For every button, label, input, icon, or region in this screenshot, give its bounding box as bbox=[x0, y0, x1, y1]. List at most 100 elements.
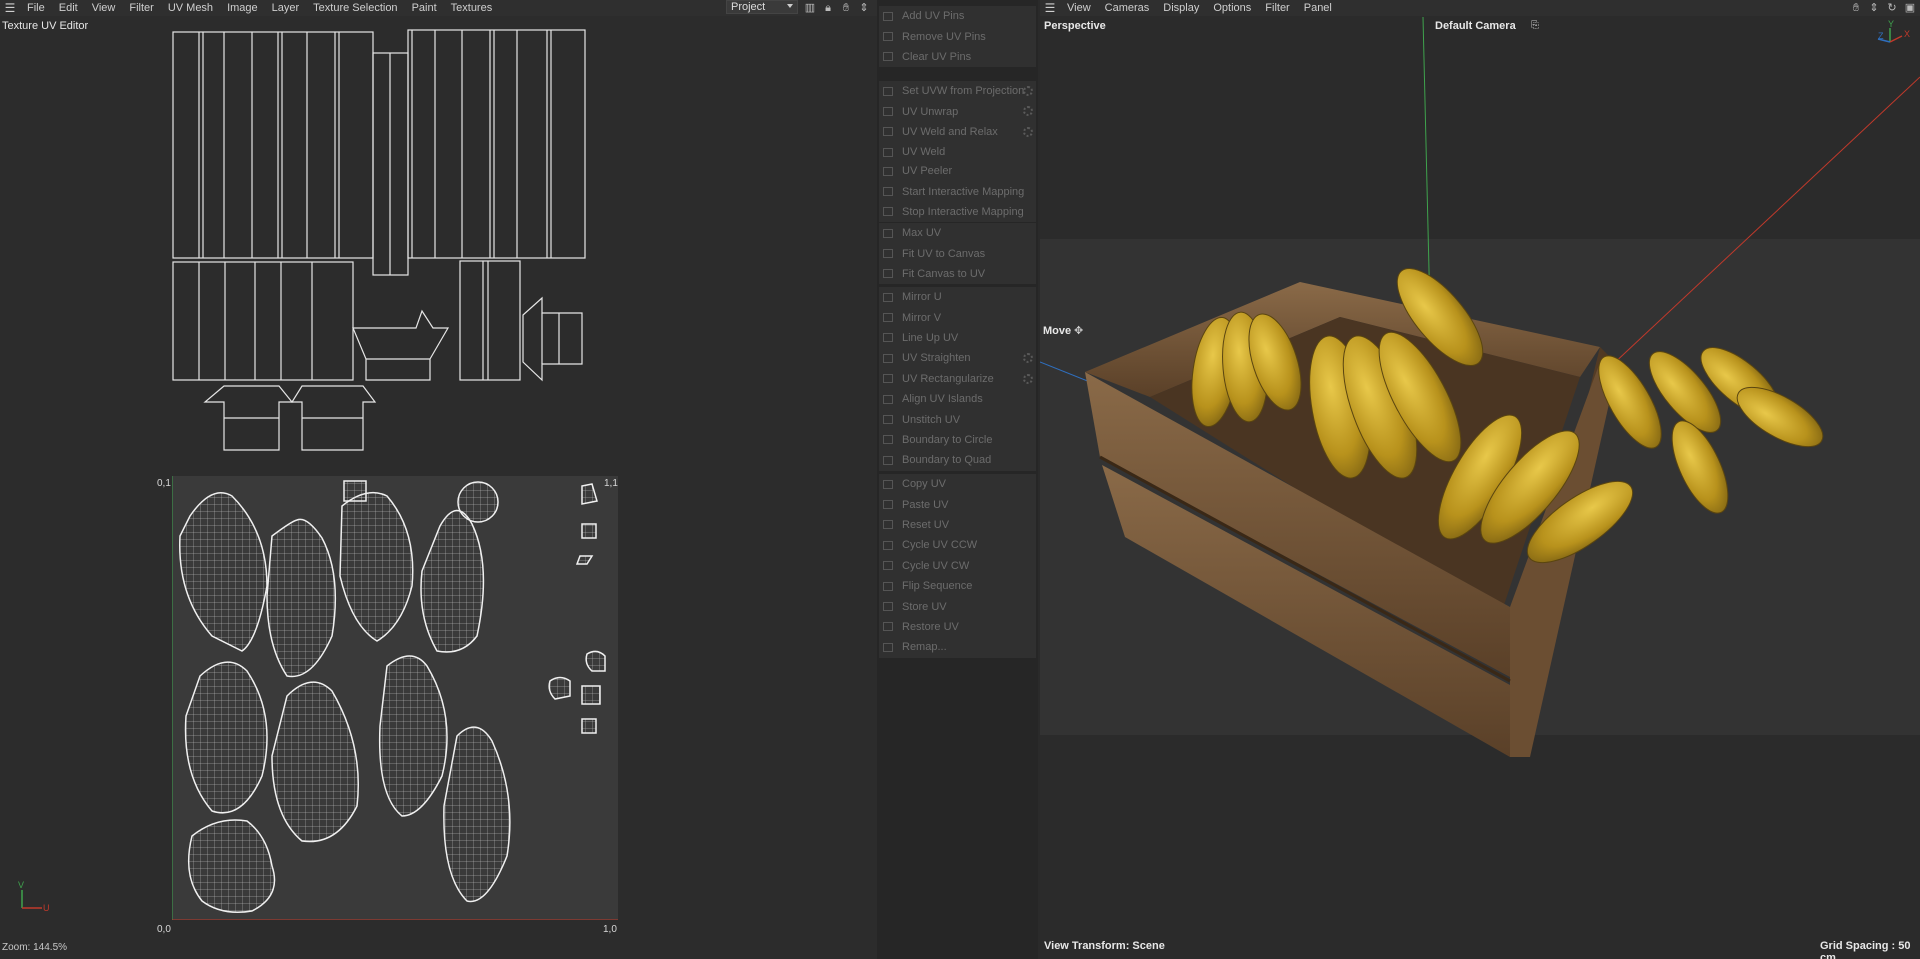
gear-icon[interactable] bbox=[1023, 86, 1033, 96]
command-mirror-v[interactable]: Mirror V bbox=[879, 307, 1036, 327]
command-cycle-uv-ccw[interactable]: Cycle UV CCW bbox=[879, 535, 1036, 555]
menu-textures[interactable]: Textures bbox=[444, 0, 500, 16]
hamburger-menu-icon[interactable]: ☰ bbox=[1040, 1, 1060, 15]
command-max-uv[interactable]: Max UV bbox=[879, 223, 1036, 243]
command-fit-uv-to-canvas[interactable]: Fit UV to Canvas bbox=[879, 243, 1036, 263]
command-uv-weld[interactable]: UV Weld bbox=[879, 142, 1036, 162]
command-uv-rectangularize[interactable]: UV Rectangularize bbox=[879, 369, 1036, 389]
menu-uv-mesh[interactable]: UV Mesh bbox=[161, 0, 220, 16]
menu-texture-selection[interactable]: Texture Selection bbox=[306, 0, 404, 16]
command-icon bbox=[883, 479, 893, 489]
uv-island bbox=[581, 718, 597, 734]
menu-edit[interactable]: Edit bbox=[52, 0, 85, 16]
view-transform-status: View Transform: Scene bbox=[1044, 940, 1165, 952]
command-label: Add UV Pins bbox=[902, 10, 965, 23]
uv-island bbox=[187, 819, 276, 913]
histogram-icon[interactable]: ▥ bbox=[802, 0, 818, 16]
command-uv-peeler[interactable]: UV Peeler bbox=[879, 161, 1036, 181]
uv-island bbox=[581, 523, 597, 539]
uv-island bbox=[352, 309, 450, 381]
command-reset-uv[interactable]: Reset UV bbox=[879, 515, 1036, 535]
hamburger-menu-icon[interactable]: ☰ bbox=[0, 1, 20, 15]
command-label: Stop Interactive Mapping bbox=[902, 205, 1024, 218]
hand-pan-icon[interactable]: ✋︎ bbox=[838, 0, 854, 16]
command-label: Max UV bbox=[902, 227, 942, 240]
command-icon bbox=[883, 52, 893, 62]
command-align-uv-islands[interactable]: Align UV Islands bbox=[879, 389, 1036, 409]
command-store-uv[interactable]: Store UV bbox=[879, 596, 1036, 616]
gear-icon[interactable] bbox=[1023, 373, 1033, 384]
lock-icon[interactable]: 🔒︎ bbox=[820, 0, 836, 16]
panel-title: Texture UV Editor bbox=[0, 20, 91, 32]
move-arrows-icon[interactable]: ⇕ bbox=[856, 0, 872, 16]
command-copy-uv[interactable]: Copy UV bbox=[879, 474, 1036, 494]
gear-icon[interactable] bbox=[1023, 126, 1033, 137]
command-boundary-to-quad[interactable]: Boundary to Quad bbox=[879, 450, 1036, 470]
hand-pan-icon[interactable]: ✋︎ bbox=[1848, 0, 1864, 16]
menu-filter[interactable]: Filter bbox=[122, 0, 160, 16]
command-label: UV Weld and Relax bbox=[902, 125, 998, 138]
command-add-uv-pins[interactable]: Add UV Pins bbox=[879, 6, 1036, 26]
menu-filter[interactable]: Filter bbox=[1258, 0, 1296, 16]
chevron-down-icon bbox=[787, 4, 793, 8]
command-line-up-uv[interactable]: Line Up UV bbox=[879, 328, 1036, 348]
command-label: Line Up UV bbox=[902, 331, 959, 344]
menu-panel[interactable]: Panel bbox=[1297, 0, 1339, 16]
command-boundary-to-circle[interactable]: Boundary to Circle bbox=[879, 430, 1036, 450]
command-icon bbox=[883, 642, 893, 652]
uv-island bbox=[581, 483, 598, 505]
move-arrows-icon[interactable]: ⇕ bbox=[1866, 0, 1882, 16]
gear-icon[interactable] bbox=[1023, 106, 1033, 117]
command-uv-weld-and-relax[interactable]: UV Weld and Relax bbox=[879, 122, 1036, 142]
command-fit-canvas-to-uv[interactable]: Fit Canvas to UV bbox=[879, 264, 1036, 284]
menu-display[interactable]: Display bbox=[1156, 0, 1206, 16]
command-uv-unwrap[interactable]: UV Unwrap bbox=[879, 101, 1036, 121]
command-start-interactive-mapping[interactable]: Start Interactive Mapping bbox=[879, 181, 1036, 201]
uv-island bbox=[575, 555, 594, 565]
command-paste-uv[interactable]: Paste UV bbox=[879, 494, 1036, 514]
uv-island bbox=[266, 518, 337, 678]
menu-cameras[interactable]: Cameras bbox=[1098, 0, 1157, 16]
command-remap[interactable]: Remap... bbox=[879, 637, 1036, 657]
command-restore-uv[interactable]: Restore UV bbox=[879, 617, 1036, 637]
menu-layer[interactable]: Layer bbox=[265, 0, 307, 16]
menu-options[interactable]: Options bbox=[1206, 0, 1258, 16]
command-unstitch-uv[interactable]: Unstitch UV bbox=[879, 409, 1036, 429]
command-icon bbox=[883, 11, 893, 21]
camera-icon[interactable]: ⎘ bbox=[1531, 20, 1539, 31]
menu-file[interactable]: File bbox=[20, 0, 52, 16]
command-group: Add UV Pins Remove UV Pins Clear UV Pins bbox=[879, 6, 1036, 68]
menu-view[interactable]: View bbox=[85, 0, 123, 16]
command-stop-interactive-mapping[interactable]: Stop Interactive Mapping bbox=[879, 202, 1036, 222]
command-set-uvw-from-projection[interactable]: Set UVW from Projection bbox=[879, 81, 1036, 101]
command-group: Copy UV Paste UV Reset UV Cycle UV CCW Cycle… bbox=[879, 474, 1036, 658]
menu-view[interactable]: View bbox=[1060, 0, 1098, 16]
gear-icon[interactable] bbox=[1023, 353, 1033, 364]
command-icon bbox=[883, 166, 893, 176]
command-uv-straighten[interactable]: UV Straighten bbox=[879, 348, 1036, 368]
command-remove-uv-pins[interactable]: Remove UV Pins bbox=[879, 26, 1036, 46]
command-icon bbox=[883, 540, 893, 550]
viewport-name[interactable]: Perspective bbox=[1044, 20, 1106, 32]
uv-corner-label-bottom-right: 1,0 bbox=[603, 924, 617, 935]
camera-name[interactable]: Default Camera bbox=[1435, 20, 1516, 32]
command-flip-sequence[interactable]: Flip Sequence bbox=[879, 576, 1036, 596]
command-clear-uv-pins[interactable]: Clear UV Pins bbox=[879, 47, 1036, 67]
command-cycle-uv-cw[interactable]: Cycle UV CW bbox=[879, 556, 1036, 576]
menu-image[interactable]: Image bbox=[220, 0, 265, 16]
command-label: Align UV Islands bbox=[902, 393, 983, 406]
maximize-icon[interactable]: ▣ bbox=[1902, 0, 1918, 16]
command-icon bbox=[883, 249, 893, 259]
menu-paint[interactable]: Paint bbox=[405, 0, 444, 16]
rotate-icon[interactable]: ↻ bbox=[1884, 0, 1900, 16]
command-mirror-u[interactable]: Mirror U bbox=[879, 287, 1036, 307]
command-icon bbox=[883, 500, 893, 510]
command-group: UV Peeler Start Interactive Mapping Stop I… bbox=[879, 161, 1036, 223]
u-axis-label: U bbox=[43, 903, 50, 913]
command-label: Clear UV Pins bbox=[902, 50, 972, 63]
viewport-canvas[interactable]: Perspective Default Camera ⎘ Move ✥ Z Y … bbox=[1040, 17, 1920, 959]
project-select[interactable]: Project bbox=[726, 0, 798, 14]
command-label: UV Straighten bbox=[902, 352, 971, 365]
command-label: Boundary to Circle bbox=[902, 433, 993, 446]
uv-island bbox=[184, 661, 268, 814]
